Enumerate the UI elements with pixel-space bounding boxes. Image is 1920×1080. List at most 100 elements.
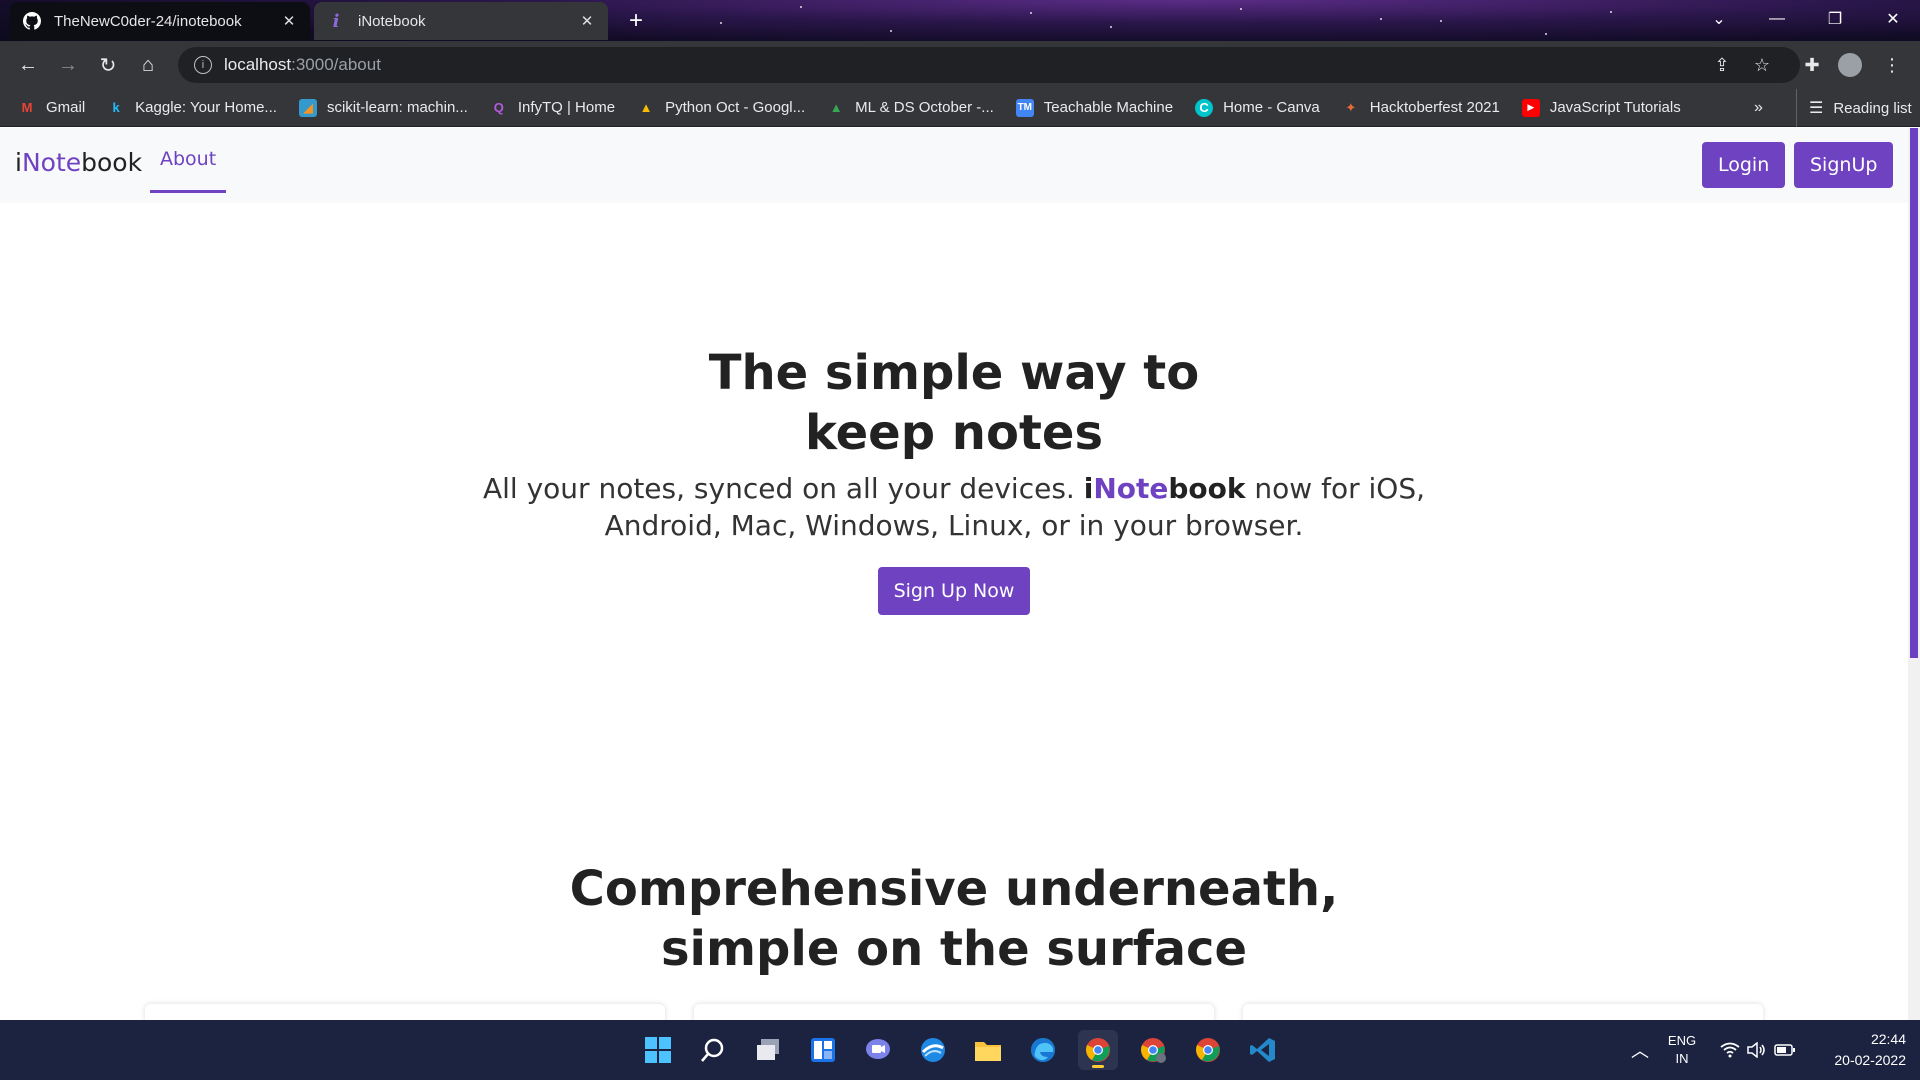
vscode-icon[interactable] (1243, 1030, 1283, 1070)
close-icon[interactable]: ✕ (578, 12, 596, 30)
site-info-icon[interactable]: i (194, 56, 212, 74)
hero-title-line1: The simple way to (708, 345, 1200, 401)
bookmark-python-oct[interactable]: ▲ Python Oct - Googl... (637, 99, 806, 117)
back-icon[interactable]: ← (14, 51, 42, 79)
signup-button[interactable]: SignUp (1794, 142, 1894, 188)
hero-subtitle: All your notes, synced on all your devic… (0, 470, 1908, 544)
home-icon[interactable]: ⌂ (134, 51, 162, 79)
chrome-icon[interactable] (1188, 1030, 1228, 1070)
close-icon[interactable]: ✕ (280, 12, 298, 30)
bookmark-canva[interactable]: C Home - Canva (1195, 98, 1320, 117)
new-tab-button[interactable]: + (622, 7, 650, 35)
gmail-icon: M (21, 100, 33, 115)
tray-overflow-chevron-icon[interactable]: ︿ (1628, 1038, 1652, 1062)
task-view-icon[interactable] (748, 1030, 788, 1070)
windows-start-icon[interactable] (638, 1030, 678, 1070)
browser-icon[interactable] (913, 1030, 953, 1070)
active-app-indicator (1092, 1065, 1104, 1068)
bookmark-label: scikit-learn: machin... (326, 99, 468, 116)
reload-icon[interactable]: ↻ (94, 51, 122, 79)
google-drive-icon: ▲ (639, 100, 653, 115)
features-title: Comprehensive underneath, simple on the … (0, 859, 1908, 979)
bookmark-star-icon[interactable]: ☆ (1748, 51, 1776, 79)
bookmark-label: Hacktoberfest 2021 (1369, 99, 1500, 116)
features-title-line2: simple on the surface (660, 921, 1248, 977)
nav-link-about[interactable]: About (150, 128, 227, 193)
address-bar[interactable]: i localhost:3000/about (178, 47, 1800, 83)
file-explorer-icon[interactable] (968, 1030, 1008, 1070)
bookmark-infytq[interactable]: Q InfyTQ | Home (490, 99, 615, 117)
language-indicator[interactable]: ENG IN (1664, 1030, 1700, 1070)
bookmark-kaggle[interactable]: k Kaggle: Your Home... (107, 99, 277, 117)
hero-sub-part2: now for iOS, (1245, 472, 1426, 505)
menu-kebab-icon[interactable]: ⋮ (1878, 51, 1906, 79)
clock[interactable]: 22:44 20-02-2022 (1806, 1028, 1906, 1072)
bookmark-teachable-machine[interactable]: TM Teachable Machine (1015, 98, 1174, 117)
scrollbar-thumb[interactable] (1910, 128, 1918, 658)
forward-icon[interactable]: → (54, 51, 82, 79)
wifi-icon[interactable] (1718, 1038, 1742, 1062)
battery-icon[interactable] (1772, 1038, 1798, 1062)
infytq-icon: Q (493, 100, 504, 115)
tab-inotebook[interactable]: i iNotebook ✕ (314, 2, 608, 40)
bookmarks-overflow-button[interactable]: » (1754, 89, 1763, 127)
tab-github[interactable]: TheNewC0der-24/inotebook ✕ (10, 2, 310, 40)
volume-icon[interactable] (1744, 1038, 1768, 1062)
star-decoration (1610, 11, 1612, 13)
brand-accent: Note (21, 148, 82, 177)
bookmark-ml-ds[interactable]: ▲ ML & DS October -... (827, 99, 994, 117)
tab-title: iNotebook (358, 12, 426, 30)
minimize-icon[interactable]: — (1748, 0, 1806, 38)
language-code: ENG (1667, 1033, 1697, 1048)
restore-icon[interactable]: ❐ (1806, 0, 1864, 38)
sign-up-now-button[interactable]: Sign Up Now (878, 567, 1030, 615)
brand-logo[interactable]: iNotebook (15, 148, 142, 177)
search-icon[interactable] (693, 1030, 733, 1070)
feature-card (1243, 1004, 1763, 1020)
reading-list-icon: ☰ (1809, 100, 1824, 117)
widgets-icon[interactable] (803, 1030, 843, 1070)
bookmark-sklearn[interactable]: ◢ scikit-learn: machin... (298, 98, 468, 117)
bookmark-gmail[interactable]: M Gmail (18, 99, 86, 117)
hero-sub-brand-suffix: book (1168, 472, 1246, 505)
url-text: localhost:3000/about (224, 55, 381, 75)
share-icon[interactable]: ⇪ (1708, 51, 1736, 79)
bookmark-hacktoberfest[interactable]: ✦ Hacktoberfest 2021 (1342, 99, 1500, 117)
login-button[interactable]: Login (1702, 142, 1786, 188)
bookmark-label: Teachable Machine (1043, 99, 1174, 116)
bookmark-label: InfyTQ | Home (517, 99, 616, 116)
clock-date: 20-02-2022 (1834, 1052, 1906, 1068)
bookmark-label: Gmail (46, 99, 86, 116)
inotebook-i-icon: i (332, 10, 340, 32)
star-decoration (1440, 20, 1442, 22)
chrome-icon[interactable] (1078, 1030, 1118, 1070)
star-decoration (1240, 8, 1242, 10)
hero-sub-brand-accent: Note (1093, 472, 1169, 505)
bookmark-label: ML & DS October -... (855, 99, 994, 116)
chrome-profile-icon[interactable] (1133, 1030, 1173, 1070)
hero-sub-brand: iNotebook (1084, 472, 1246, 505)
kaggle-icon: k (112, 100, 120, 115)
bookmarks-bar: M Gmail k Kaggle: Your Home... ◢ scikit-lea… (0, 89, 1920, 127)
app-navbar: iNotebook About Login SignUp (0, 128, 1908, 203)
star-decoration (1545, 33, 1547, 35)
extensions-puzzle-icon[interactable]: ✚ (1798, 51, 1826, 79)
profile-avatar-icon[interactable] (1836, 51, 1864, 79)
window-close-icon[interactable]: ✕ (1864, 0, 1920, 38)
reading-list-button[interactable]: ☰ Reading list (1796, 89, 1912, 127)
sklearn-icon: ◢ (298, 98, 317, 117)
github-icon (22, 11, 42, 31)
bookmark-js-tutorials[interactable]: ▶ JavaScript Tutorials (1521, 98, 1681, 117)
star-decoration (720, 22, 722, 24)
tab-search-chevron-icon[interactable]: ⌄ (1690, 0, 1748, 38)
browser-toolbar: ← → ↻ ⌂ i localhost:3000/about ⇪ ☆ ✚ ⋮ (0, 41, 1920, 89)
bookmark-label: Kaggle: Your Home... (135, 99, 277, 116)
edge-icon[interactable] (1023, 1030, 1063, 1070)
star-decoration (800, 6, 802, 8)
page-scrollbar[interactable] (1908, 128, 1920, 1020)
hero-sub-part1: All your notes, synced on all your devic… (482, 472, 1084, 505)
region-code: IN (1675, 1051, 1689, 1066)
feature-card (145, 1004, 665, 1020)
clock-time: 22:44 (1870, 1031, 1906, 1047)
teams-chat-icon[interactable] (858, 1030, 898, 1070)
